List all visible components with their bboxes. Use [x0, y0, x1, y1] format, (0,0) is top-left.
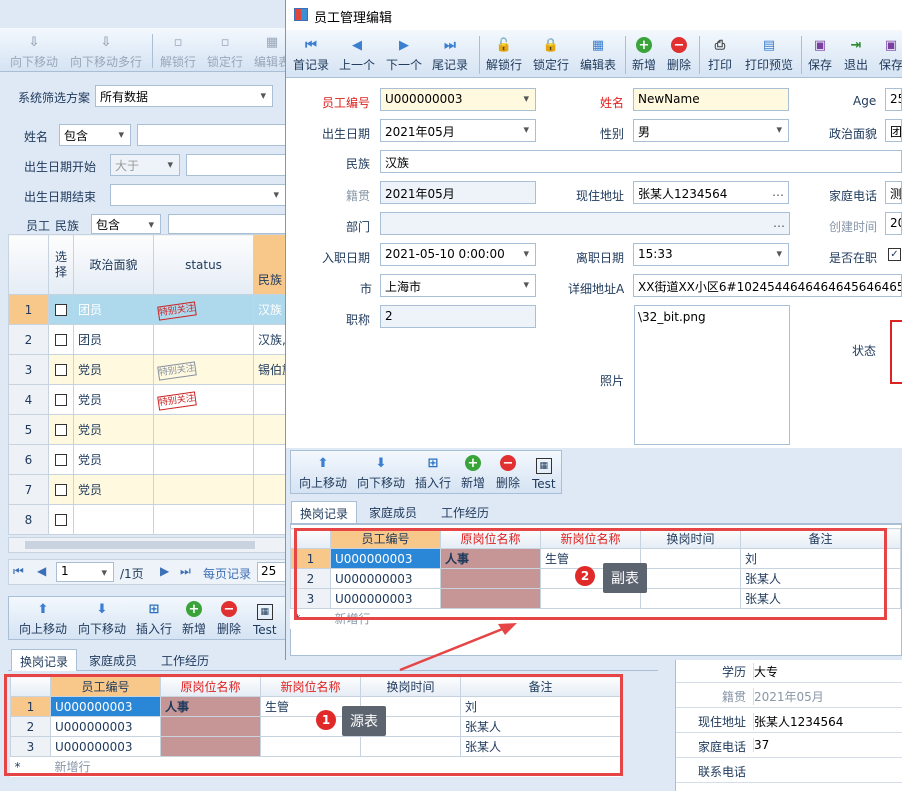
- annotation-arrow: [399, 623, 517, 672]
- target-badge: 2: [575, 566, 595, 586]
- source-tooltip: 源表: [342, 706, 386, 736]
- source-badge: 1: [316, 710, 336, 730]
- target-tooltip: 副表: [603, 563, 647, 593]
